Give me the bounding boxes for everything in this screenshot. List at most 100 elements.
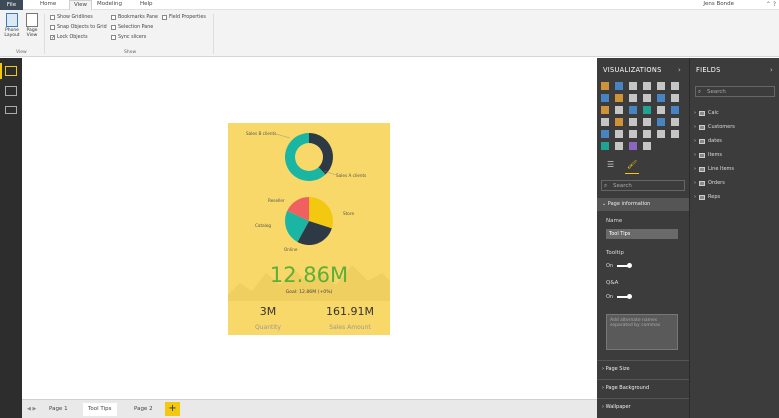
format-search-input[interactable]: ⌕ Search xyxy=(601,180,685,191)
bookmarks-pane-checkbox[interactable]: Bookmarks Pane xyxy=(111,15,158,20)
visual-type-icon[interactable] xyxy=(671,130,679,138)
chevron-right-icon[interactable]: › xyxy=(694,152,696,158)
selection-pane-checkbox[interactable]: Selection Pane xyxy=(111,25,153,30)
wallpaper-section[interactable]: › Wallpaper xyxy=(597,401,689,414)
report-view-icon[interactable] xyxy=(5,66,17,76)
page-size-section[interactable]: › Page Size xyxy=(597,363,689,376)
page-nav-arrows[interactable]: ◀ ▶ xyxy=(27,403,36,416)
field-table-item[interactable]: › Line Items xyxy=(694,166,734,172)
visual-type-icon[interactable] xyxy=(671,106,679,114)
tab-view[interactable]: View xyxy=(69,0,93,10)
tab-file[interactable]: File xyxy=(0,0,23,10)
visual-type-icon[interactable] xyxy=(657,118,665,126)
visual-type-icon[interactable] xyxy=(601,142,609,150)
visual-type-icon[interactable] xyxy=(657,130,665,138)
chevron-left-icon[interactable]: ◀ xyxy=(27,406,31,412)
visual-type-icon[interactable] xyxy=(629,106,637,114)
visual-type-icon[interactable] xyxy=(615,82,623,90)
model-view-icon[interactable] xyxy=(5,106,17,114)
chevron-up-icon[interactable]: ⌃ xyxy=(766,1,771,8)
visual-type-icon[interactable] xyxy=(657,106,665,114)
window-icons[interactable]: ⌃ ? xyxy=(766,1,776,8)
visual-type-icon[interactable] xyxy=(601,82,609,90)
visual-type-icon[interactable] xyxy=(643,94,651,102)
visual-type-icon[interactable] xyxy=(643,82,651,90)
pie-label-store: Store xyxy=(343,211,354,216)
add-page-button[interactable]: + xyxy=(165,402,180,416)
visual-type-icon[interactable] xyxy=(671,94,679,102)
sync-slicers-checkbox[interactable]: Sync slicers xyxy=(111,35,146,40)
page-information-section[interactable]: ⌄ Page information xyxy=(597,198,689,211)
visual-type-icon[interactable] xyxy=(643,118,651,126)
lock-objects-checkbox[interactable]: ✓ Lock Objects xyxy=(50,35,88,41)
checkbox-box xyxy=(162,15,167,20)
alternate-names-input[interactable]: Add alternate names separated by commas xyxy=(606,314,678,350)
kpi-value: 12.86M xyxy=(270,263,348,287)
chevron-right-icon[interactable]: › xyxy=(694,180,696,186)
chevron-right-icon[interactable]: ▶ xyxy=(32,406,36,412)
visual-type-icon[interactable] xyxy=(601,118,609,126)
field-table-item[interactable]: › Calc xyxy=(694,110,719,116)
visual-type-icon[interactable] xyxy=(601,130,609,138)
field-table-item[interactable]: › Customers xyxy=(694,124,735,130)
visual-type-icon[interactable] xyxy=(629,82,637,90)
visual-type-icon[interactable] xyxy=(643,130,651,138)
qna-toggle[interactable]: On xyxy=(606,294,633,300)
toggle-switch[interactable] xyxy=(617,294,633,299)
user-name[interactable]: Jens Bonde xyxy=(703,1,734,7)
chevron-right-icon[interactable]: › xyxy=(694,110,696,116)
visual-type-icon[interactable] xyxy=(615,94,623,102)
snap-to-grid-checkbox[interactable]: Snap Objects to Grid xyxy=(50,25,107,30)
page-tab-tool-tips[interactable]: Tool Tips xyxy=(83,403,117,416)
visual-type-icon[interactable] xyxy=(657,82,665,90)
chevron-right-icon[interactable]: › xyxy=(694,194,696,200)
fields-search-input[interactable]: ⌕ Search xyxy=(695,86,775,97)
paint-roller-icon[interactable]: 🖌 xyxy=(627,160,637,169)
page-tab-1[interactable]: Page 1 xyxy=(44,403,73,416)
checkbox-label: Show Gridlines xyxy=(57,15,93,20)
page-view-button[interactable]: Page View xyxy=(23,13,41,38)
field-table-item[interactable]: › Items xyxy=(694,152,722,158)
visual-type-icon[interactable] xyxy=(671,118,679,126)
donut-hole xyxy=(295,143,323,171)
chevron-right-icon[interactable]: › xyxy=(770,66,773,74)
visual-type-icon[interactable] xyxy=(643,106,651,114)
field-table-item[interactable]: › Orders xyxy=(694,180,725,186)
visual-type-icon[interactable] xyxy=(629,142,637,150)
chevron-right-icon[interactable]: › xyxy=(694,124,696,130)
tooltip-toggle[interactable]: On xyxy=(606,263,633,269)
help-icon[interactable]: ? xyxy=(773,1,776,8)
field-table-item[interactable]: › Reps xyxy=(694,194,720,200)
visual-type-icon[interactable] xyxy=(615,118,623,126)
page-tab-2[interactable]: Page 2 xyxy=(129,403,158,416)
visual-type-icon[interactable] xyxy=(615,130,623,138)
tab-help[interactable]: Help xyxy=(140,1,153,7)
chevron-right-icon[interactable]: › xyxy=(694,166,696,172)
visual-type-icon[interactable] xyxy=(601,106,609,114)
page-name-input[interactable]: Tool Tips xyxy=(606,229,678,239)
tab-home[interactable]: Home xyxy=(40,1,56,7)
fields-well-icon[interactable]: ☰ xyxy=(607,160,614,169)
visual-type-icon[interactable] xyxy=(601,94,609,102)
pie-label-catalog: Catalog xyxy=(255,223,271,228)
chevron-right-icon[interactable]: › xyxy=(678,66,681,74)
page-background-section[interactable]: › Page Background xyxy=(597,382,689,395)
visual-type-icon[interactable] xyxy=(615,106,623,114)
toggle-switch[interactable] xyxy=(617,263,633,268)
report-canvas[interactable]: Sales B clients Sales A clients Reseller… xyxy=(22,58,597,399)
visual-type-icon[interactable] xyxy=(643,142,651,150)
visual-type-icon[interactable] xyxy=(629,118,637,126)
field-table-item[interactable]: › dates xyxy=(694,138,722,144)
visual-type-icon[interactable] xyxy=(629,130,637,138)
report-page[interactable]: Sales B clients Sales A clients Reseller… xyxy=(228,123,390,335)
tab-modeling[interactable]: Modeling xyxy=(97,1,122,7)
show-gridlines-checkbox[interactable]: Show Gridlines xyxy=(50,15,93,20)
visual-type-icon[interactable] xyxy=(657,94,665,102)
visual-type-icon[interactable] xyxy=(671,82,679,90)
data-view-icon[interactable] xyxy=(5,86,17,96)
field-properties-checkbox[interactable]: Field Properties xyxy=(162,15,206,20)
visual-type-icon[interactable] xyxy=(615,142,623,150)
chevron-right-icon[interactable]: › xyxy=(694,138,696,144)
visual-type-icon[interactable] xyxy=(629,94,637,102)
phone-layout-button[interactable]: Phone Layout xyxy=(3,13,21,38)
